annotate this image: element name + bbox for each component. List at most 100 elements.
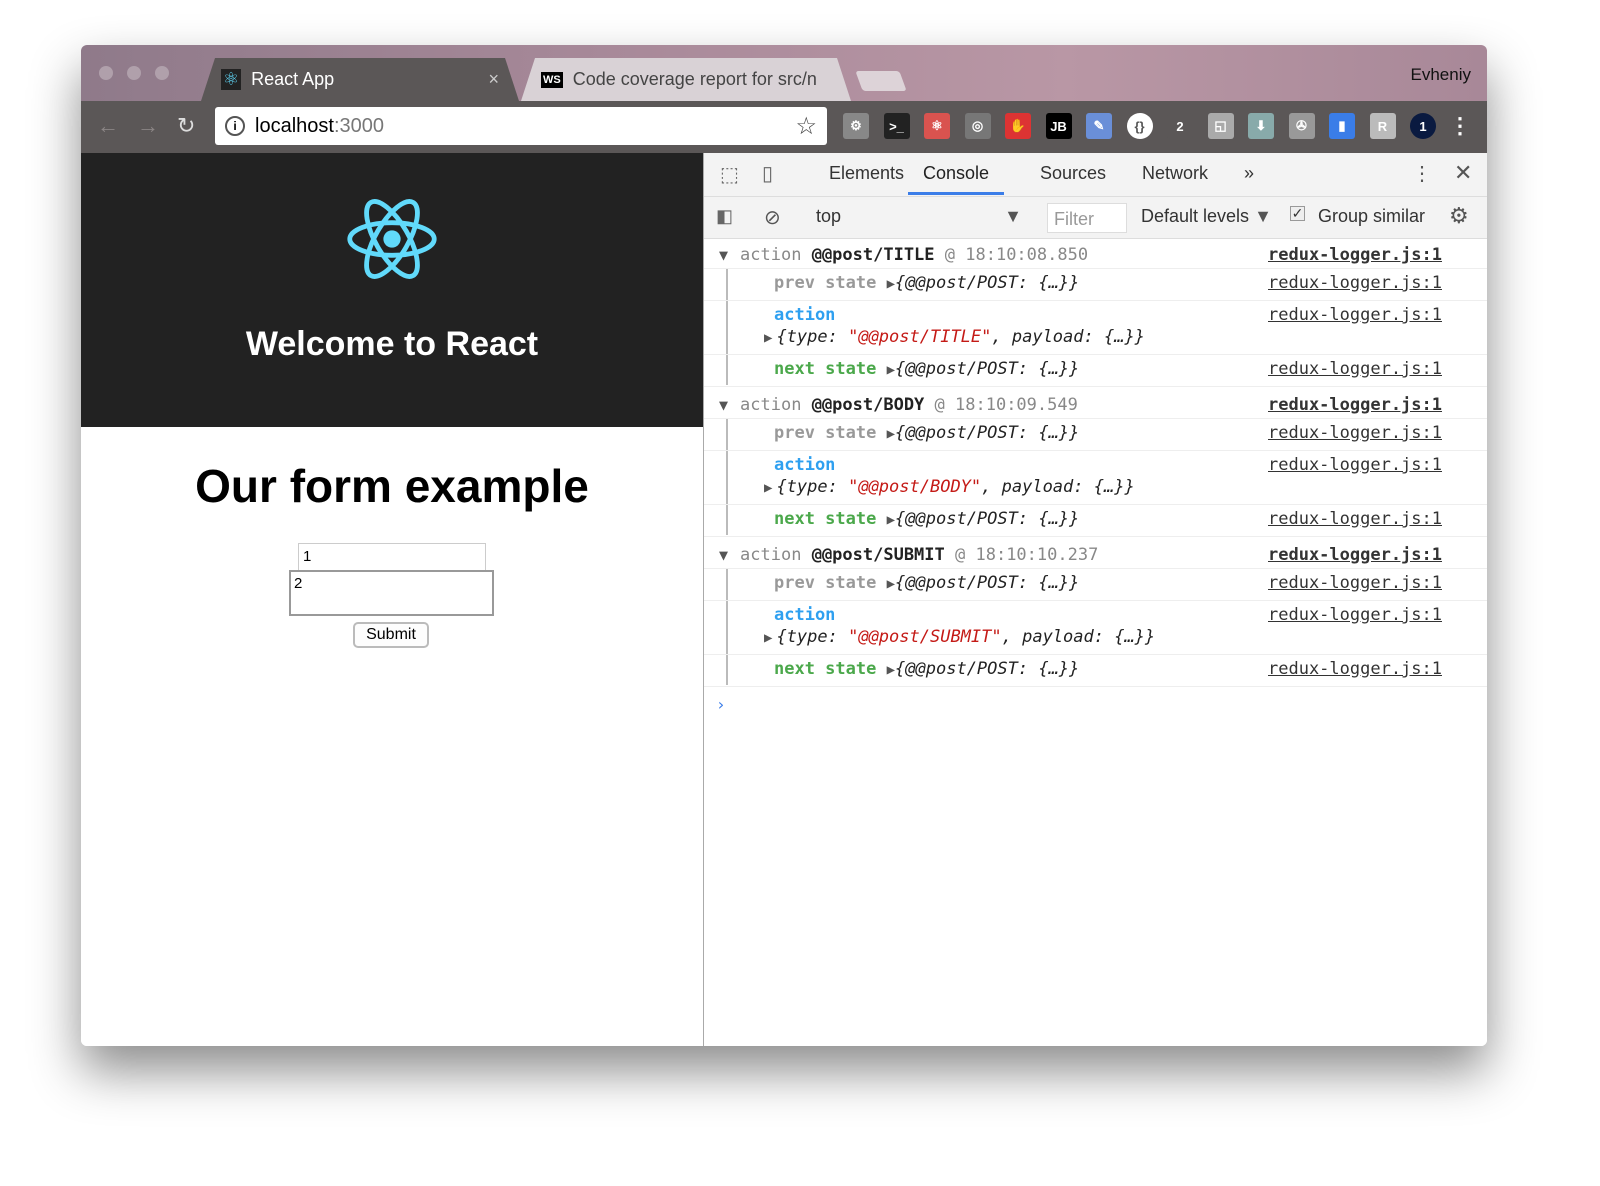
log-levels-select[interactable]: Default levels ▼ (1141, 206, 1272, 227)
film-extension-icon[interactable]: ✇ (1288, 113, 1315, 139)
expand-triangle-icon[interactable]: ▼ (719, 396, 728, 414)
forward-icon[interactable]: → (137, 113, 159, 139)
log-time: @ 18:10:09.549 (934, 395, 1078, 415)
title-input[interactable]: 1 (298, 543, 486, 571)
group-similar-label: Group similar (1318, 206, 1426, 226)
entry-label: next state (774, 509, 877, 529)
tab-network[interactable]: Network (1142, 163, 1208, 184)
group-similar-checkbox[interactable]: ✓ (1290, 206, 1305, 221)
source-link[interactable]: redux-logger.js:1 (1268, 573, 1442, 593)
tab-close-icon[interactable]: × (488, 69, 499, 90)
log-entry: prev state ▶{@@post/POST: {…}} redux-logg… (704, 269, 1487, 301)
target-extension-icon[interactable]: ◎ (964, 113, 991, 139)
action-object[interactable]: ▶ {type: "@@post/TITLE", payload: {…}} (764, 327, 1487, 347)
address-bar[interactable]: i localhost:3000 ☆ (215, 107, 827, 145)
expand-triangle-icon[interactable]: ▶ (764, 330, 772, 346)
tab-code-coverage[interactable]: WS Code coverage report for src/n (521, 58, 851, 101)
reload-icon[interactable]: ↻ (177, 113, 195, 139)
log-group-header[interactable]: ▼ action @@post/SUBMIT @ 18:10:10.237 redu… (704, 539, 1487, 569)
chrome-menu-icon[interactable]: ⋮ (1447, 113, 1473, 139)
info-icon[interactable]: i (225, 116, 245, 136)
source-link[interactable]: redux-logger.js:1 (1268, 659, 1442, 679)
gear-extension-icon[interactable]: ⚙ (843, 113, 869, 139)
applet-extension-icon[interactable]: 2 (1167, 113, 1193, 139)
source-link[interactable]: redux-logger.js:1 (1268, 245, 1442, 265)
action-object-type: "@@post/BODY" (848, 477, 982, 497)
devtools-panel: ⬚ ▯ Elements Console Sources Network » ⋮… (703, 153, 1487, 1046)
source-link[interactable]: redux-logger.js:1 (1268, 359, 1442, 379)
close-devtools-icon[interactable]: ✕ (1454, 160, 1472, 186)
action-type: @@post/BODY (811, 395, 925, 415)
entry-label: next state (774, 359, 877, 379)
more-options-icon[interactable]: ⋮ (1412, 161, 1432, 186)
lighthouse-extension-icon[interactable]: ▮ (1329, 113, 1355, 139)
action-object[interactable]: ▶ {type: "@@post/BODY", payload: {…}} (764, 477, 1487, 497)
tab-elements[interactable]: Elements (829, 163, 904, 184)
console-prompt-icon[interactable]: › (716, 695, 726, 714)
expand-triangle-icon[interactable]: ▶ (887, 276, 895, 292)
source-link[interactable]: redux-logger.js:1 (1268, 545, 1442, 565)
cast-extension-icon[interactable]: ◱ (1207, 113, 1234, 139)
expand-triangle-icon[interactable]: ▶ (764, 630, 772, 646)
1password-extension-icon[interactable]: 1 (1410, 113, 1436, 139)
state-object[interactable]: {@@post/POST: {…}} (895, 573, 1079, 593)
log-group-header[interactable]: ▼ action @@post/TITLE @ 18:10:08.850 redux… (704, 239, 1487, 269)
download-extension-icon[interactable]: ⬇ (1248, 113, 1274, 139)
expand-triangle-icon[interactable]: ▶ (887, 362, 895, 378)
context-value: top (816, 206, 842, 226)
state-object[interactable]: {@@post/POST: {…}} (895, 273, 1079, 293)
close-window-button[interactable] (99, 66, 113, 80)
state-object[interactable]: {@@post/POST: {…}} (895, 509, 1079, 529)
source-link[interactable]: redux-logger.js:1 (1268, 509, 1442, 529)
inspect-element-icon[interactable]: ⬚ (720, 162, 739, 187)
state-object[interactable]: {@@post/POST: {…}} (895, 359, 1079, 379)
expand-triangle-icon[interactable]: ▶ (887, 512, 895, 528)
source-link[interactable]: redux-logger.js:1 (1268, 305, 1442, 325)
eyedropper-extension-icon[interactable]: ✎ (1086, 113, 1112, 139)
zoom-window-button[interactable] (155, 66, 169, 80)
source-link[interactable]: redux-logger.js:1 (1268, 605, 1442, 625)
clear-console-icon[interactable]: ⊘ (764, 205, 781, 230)
submit-button[interactable]: Submit (353, 622, 429, 648)
state-object[interactable]: {@@post/POST: {…}} (895, 423, 1079, 443)
context-select[interactable]: top ▼ (816, 206, 1022, 227)
jetbrains-extension-icon[interactable]: JB (1045, 113, 1072, 139)
state-object[interactable]: {@@post/POST: {…}} (895, 659, 1079, 679)
minimize-window-button[interactable] (127, 66, 141, 80)
source-link[interactable]: redux-logger.js:1 (1268, 273, 1442, 293)
new-tab-button[interactable] (855, 71, 907, 91)
react-devtools-extension-icon[interactable]: ⚛ (924, 113, 950, 139)
bookmark-star-icon[interactable]: ☆ (795, 112, 817, 141)
device-toolbar-icon[interactable]: ▯ (762, 161, 773, 186)
tab-sources[interactable]: Sources (1040, 163, 1106, 184)
expand-triangle-icon[interactable]: ▶ (887, 662, 895, 678)
tab-react-app[interactable]: ⚛ React App × (201, 58, 519, 101)
r-extension-extension-icon[interactable]: R (1369, 113, 1396, 139)
profile-name[interactable]: Evheniy (1411, 65, 1471, 85)
browser-toolbar: ← → ↻ i localhost:3000 ☆ ⚙ >_ ⚛ ◎ ✋ JB ✎ {} 2 ◱ ⬇ ✇… (81, 101, 1487, 153)
body-textarea[interactable]: 2 (289, 570, 494, 616)
title-bar: ⚛ React App × WS Code coverage report fo… (81, 45, 1487, 101)
json-viewer-extension-icon[interactable]: {} (1126, 113, 1153, 139)
adblock-extension-icon[interactable]: ✋ (1005, 113, 1031, 139)
expand-triangle-icon[interactable]: ▼ (719, 546, 728, 564)
expand-triangle-icon[interactable]: ▶ (887, 576, 895, 592)
more-tabs-button[interactable]: » (1244, 163, 1254, 184)
log-entry: prev state ▶{@@post/POST: {…}} redux-logg… (704, 419, 1487, 451)
console-settings-icon[interactable]: ⚙ (1449, 203, 1469, 229)
source-link[interactable]: redux-logger.js:1 (1268, 395, 1442, 415)
expand-triangle-icon[interactable]: ▶ (764, 480, 772, 496)
filter-input[interactable]: Filter (1047, 203, 1127, 233)
console-toolbar: ◧ ⊘ top ▼ Filter Default levels ▼ ✓ Group… (704, 197, 1487, 239)
back-icon[interactable]: ← (97, 113, 119, 139)
source-link[interactable]: redux-logger.js:1 (1268, 455, 1442, 475)
sidebar-toggle-icon[interactable]: ◧ (716, 206, 733, 227)
action-object[interactable]: ▶ {type: "@@post/SUBMIT", payload: {…}} (764, 627, 1487, 647)
expand-triangle-icon[interactable]: ▶ (887, 426, 895, 442)
source-link[interactable]: redux-logger.js:1 (1268, 423, 1442, 443)
log-group-header[interactable]: ▼ action @@post/BODY @ 18:10:09.549 redux-… (704, 389, 1487, 419)
tab-console[interactable]: Console (908, 163, 1005, 195)
expand-triangle-icon[interactable]: ▼ (719, 246, 728, 264)
terminal-extension-icon[interactable]: >_ (883, 113, 910, 139)
action-object-suffix: , payload: {…}} (1001, 627, 1156, 647)
